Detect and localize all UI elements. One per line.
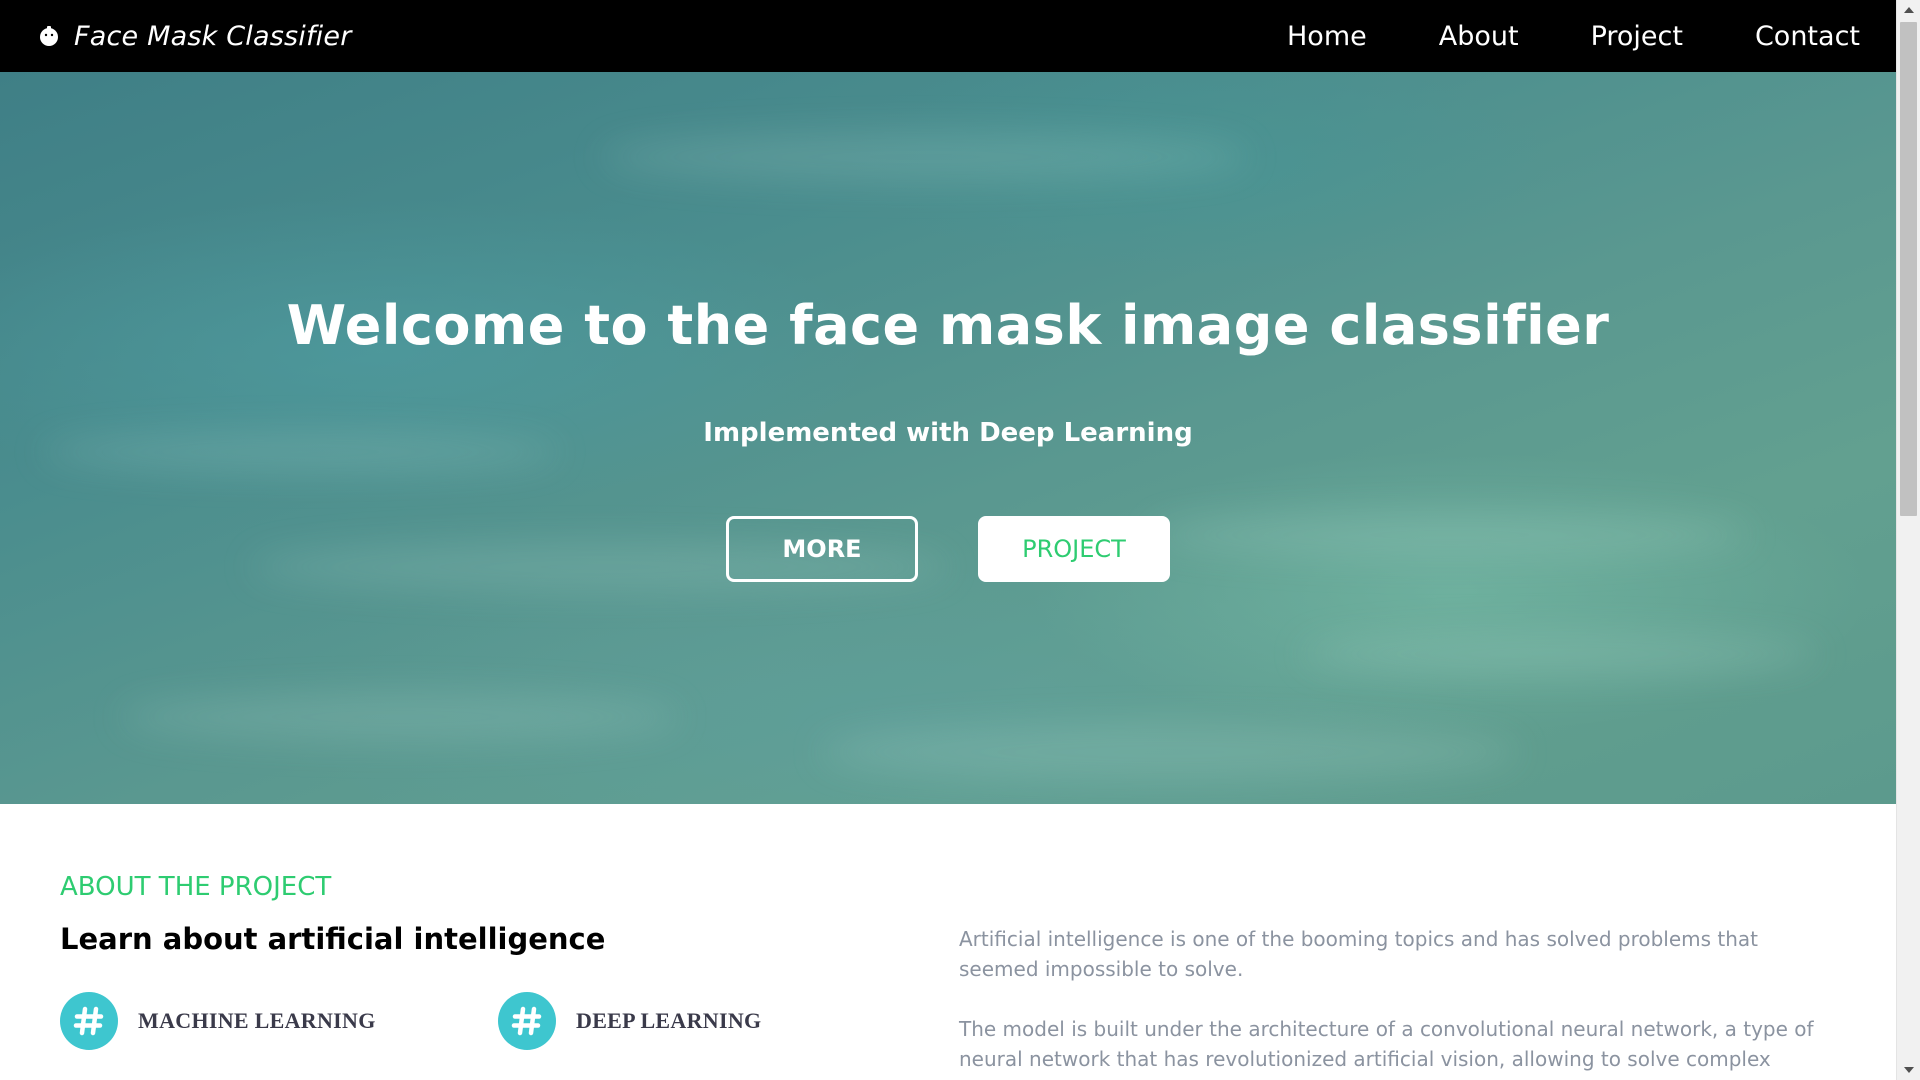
- hero-buttons: MORE PROJECT: [0, 516, 1896, 582]
- hashtag-icon: [498, 992, 556, 1050]
- about-paragraph: The model is built under the architectur…: [959, 1017, 1814, 1080]
- scrollbar-thumb[interactable]: [1900, 22, 1917, 516]
- feature-deep-learning: DEEP LEARNING: [498, 992, 761, 1050]
- hero-content: Welcome to the face mask image classifie…: [0, 72, 1896, 804]
- feature-machine-learning: MACHINE LEARNING: [60, 992, 376, 1050]
- about-paragraph: Artificial intelligence is one of the bo…: [959, 927, 1759, 981]
- nav-link-project[interactable]: Project: [1591, 21, 1683, 52]
- scroll-down-arrow-icon[interactable]: [1897, 1060, 1920, 1080]
- nav-link-contact[interactable]: Contact: [1755, 21, 1860, 52]
- about-description: Artificial intelligence is one of the bo…: [959, 924, 1829, 1080]
- about-eyebrow: ABOUT THE PROJECT: [60, 872, 332, 902]
- feature-label: MACHINE LEARNING: [138, 1008, 376, 1033]
- hero-title: Welcome to the face mask image classifie…: [286, 294, 1610, 357]
- about-section: ABOUT THE PROJECT Learn about artificial…: [0, 804, 1896, 1080]
- brand-title: Face Mask Classifier: [74, 20, 352, 52]
- page: Face Mask Classifier Home About Project …: [0, 0, 1920, 1080]
- about-heading: Learn about artificial intelligence: [60, 922, 606, 956]
- nav-link-about[interactable]: About: [1439, 21, 1519, 52]
- brand-link[interactable]: Face Mask Classifier: [36, 21, 352, 52]
- nav-links: Home About Project Contact: [1287, 21, 1860, 52]
- project-button[interactable]: PROJECT: [978, 516, 1170, 582]
- face-mask-icon: [36, 23, 62, 49]
- hashtag-icon: [60, 992, 118, 1050]
- vertical-scrollbar[interactable]: [1896, 0, 1920, 1080]
- hero-subtitle: Implemented with Deep Learning: [703, 418, 1193, 448]
- nav-link-home[interactable]: Home: [1287, 21, 1367, 52]
- feature-label: DEEP LEARNING: [576, 1008, 762, 1033]
- scroll-up-arrow-icon[interactable]: [1897, 0, 1920, 20]
- more-button[interactable]: MORE: [726, 516, 918, 582]
- hero-section: Welcome to the face mask image classifie…: [0, 72, 1896, 804]
- navbar: Face Mask Classifier Home About Project …: [0, 0, 1896, 72]
